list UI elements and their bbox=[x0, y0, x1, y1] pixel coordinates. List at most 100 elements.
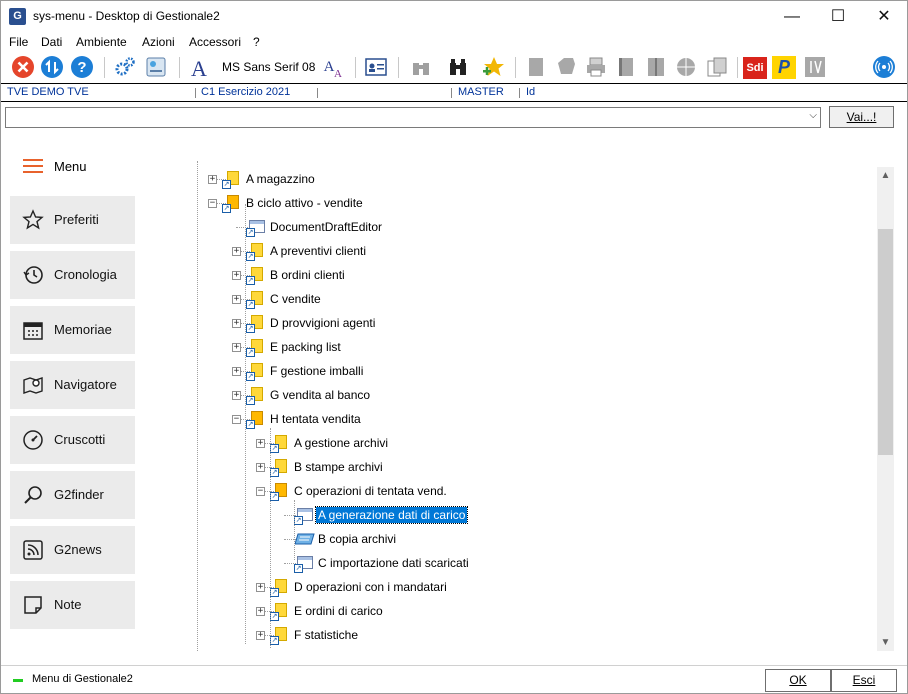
expand-toggle-icon[interactable]: + bbox=[256, 607, 265, 616]
collapse-toggle-icon[interactable]: − bbox=[232, 415, 241, 424]
tree-node[interactable]: + ↗ B stampe archivi bbox=[191, 456, 871, 478]
star-add-icon[interactable] bbox=[481, 55, 505, 79]
menu-azioni[interactable]: Azioni bbox=[142, 35, 175, 49]
tree-node[interactable]: + ↗ D provvigioni agenti bbox=[191, 312, 871, 334]
tree-node[interactable]: ↗ A generazione dati di carico bbox=[191, 504, 871, 526]
scroll-up-icon[interactable]: ▲ bbox=[877, 167, 894, 184]
scroll-thumb[interactable] bbox=[878, 229, 893, 455]
tree-node[interactable]: − ↗ H tentata vendita bbox=[191, 408, 871, 430]
help-icon[interactable]: ? bbox=[70, 55, 94, 79]
stop-icon[interactable] bbox=[11, 55, 35, 79]
scroll-down-icon[interactable]: ▼ bbox=[877, 634, 894, 651]
tree-node[interactable]: + ↗ C vendite bbox=[191, 288, 871, 310]
doc-grey-icon[interactable] bbox=[524, 55, 548, 79]
tree-node[interactable]: + ↗ E ordini di carico bbox=[191, 600, 871, 622]
menu-accessori[interactable]: Accessori bbox=[189, 35, 241, 49]
map-pin-icon bbox=[23, 377, 43, 394]
exercise-label: C1 Esercizio 2021 bbox=[201, 86, 291, 98]
font-size-icon[interactable]: AA bbox=[321, 55, 345, 79]
tree-scrollbar[interactable]: ▲ ▼ bbox=[877, 167, 894, 651]
tree-node[interactable]: + ↗ A gestione archivi bbox=[191, 432, 871, 454]
sidebar-item-g2finder[interactable]: G2finder bbox=[10, 471, 135, 519]
sidebar-item-cruscotti[interactable]: Cruscotti bbox=[10, 416, 135, 464]
tree-node[interactable]: + ↗ D operazioni con i mandatari bbox=[191, 576, 871, 598]
font-a-icon[interactable]: A bbox=[187, 55, 211, 79]
settings-gears-icon[interactable] bbox=[113, 55, 137, 79]
user-card-icon[interactable] bbox=[364, 55, 388, 79]
tree-node-label: B copia archivi bbox=[318, 532, 397, 546]
sidebar-item-label: Preferiti bbox=[54, 212, 99, 227]
cancel-button[interactable]: Esci bbox=[831, 669, 897, 692]
expand-toggle-icon[interactable]: + bbox=[232, 343, 241, 352]
maximize-button[interactable]: ☐ bbox=[815, 1, 861, 32]
shape-grey-icon[interactable] bbox=[554, 55, 578, 79]
status-divider bbox=[317, 88, 318, 98]
binoculars-grey-icon[interactable] bbox=[409, 55, 433, 79]
expand-toggle-icon[interactable]: + bbox=[232, 319, 241, 328]
expand-toggle-icon[interactable]: + bbox=[256, 631, 265, 640]
iv-icon[interactable] bbox=[803, 55, 827, 79]
expand-toggle-icon[interactable]: + bbox=[232, 391, 241, 400]
sidebar: Menu Preferiti Cronologia Memoriae Navig… bbox=[1, 141, 151, 661]
tree-node-label: E packing list bbox=[270, 340, 341, 354]
tree-node[interactable]: ↗ C importazione dati scaricati bbox=[191, 552, 871, 574]
sidebar-item-memoriae[interactable]: Memoriae bbox=[10, 306, 135, 354]
go-button[interactable]: Vai...! bbox=[829, 106, 894, 128]
bottom-bar: Menu di Gestionale2 OK Esci bbox=[1, 665, 907, 693]
tree-node[interactable]: + ↗ F statistiche bbox=[191, 624, 871, 646]
menu-file[interactable]: File bbox=[9, 35, 28, 49]
config-icon[interactable] bbox=[144, 55, 168, 79]
expand-toggle-icon[interactable]: + bbox=[232, 247, 241, 256]
sidebar-item-g2news[interactable]: G2news bbox=[10, 526, 135, 574]
tree-node[interactable]: ↗ DocumentDraftEditor bbox=[191, 216, 871, 238]
collapse-toggle-icon[interactable]: − bbox=[208, 199, 217, 208]
command-combobox[interactable]: ⌵ bbox=[5, 107, 821, 128]
sidebar-item-note[interactable]: Note bbox=[10, 581, 135, 629]
expand-toggle-icon[interactable]: + bbox=[256, 583, 265, 592]
chevron-down-icon[interactable]: ⌵ bbox=[809, 110, 817, 121]
printer-icon[interactable] bbox=[584, 55, 608, 79]
tree-node-label: B ciclo attivo - vendite bbox=[246, 196, 363, 210]
tree-guide-line bbox=[270, 428, 271, 648]
folder-icon: ↗ bbox=[270, 579, 287, 597]
ok-button[interactable]: OK bbox=[765, 669, 831, 692]
toolbar-separator bbox=[398, 57, 399, 78]
minimize-button[interactable]: — bbox=[769, 1, 815, 32]
title-bar[interactable]: G sys-menu - Desktop di Gestionale2 — ☐ … bbox=[1, 1, 907, 32]
menu-ambiente[interactable]: Ambiente bbox=[76, 35, 127, 49]
copy-icon[interactable] bbox=[705, 55, 729, 79]
tree-node[interactable]: + ↗ F gestione imballi bbox=[191, 360, 871, 382]
app-window: G sys-menu - Desktop di Gestionale2 — ☐ … bbox=[0, 0, 908, 694]
book2-icon[interactable] bbox=[644, 55, 668, 79]
binoculars-icon[interactable] bbox=[446, 55, 470, 79]
sidebar-item-preferiti[interactable]: Preferiti bbox=[10, 196, 135, 244]
expand-toggle-icon[interactable]: + bbox=[256, 439, 265, 448]
sidebar-item-cronologia[interactable]: Cronologia bbox=[10, 251, 135, 299]
tree-node[interactable]: − ↗ C operazioni di tentata vend. bbox=[191, 480, 871, 502]
tree-node[interactable]: + ↗ A preventivi clienti bbox=[191, 240, 871, 262]
menu-dati[interactable]: Dati bbox=[41, 35, 62, 49]
tree-node[interactable]: + ↗ E packing list bbox=[191, 336, 871, 358]
globe-icon[interactable] bbox=[674, 55, 698, 79]
search-icon bbox=[24, 486, 42, 504]
expand-toggle-icon[interactable]: + bbox=[208, 175, 217, 184]
expand-toggle-icon[interactable]: + bbox=[232, 295, 241, 304]
sync-icon[interactable] bbox=[40, 55, 64, 79]
p-icon[interactable]: P bbox=[772, 56, 796, 79]
tree-node[interactable]: + ↗ G vendita al banco bbox=[191, 384, 871, 406]
collapse-toggle-icon[interactable]: − bbox=[256, 487, 265, 496]
expand-toggle-icon[interactable]: + bbox=[256, 463, 265, 472]
tree-node[interactable]: − ↗ B ciclo attivo - vendite bbox=[191, 192, 871, 214]
sdi-icon[interactable]: Sdi bbox=[743, 57, 767, 79]
folder-icon: ↗ bbox=[270, 435, 287, 453]
menu-help[interactable]: ? bbox=[253, 35, 260, 49]
tree-node[interactable]: + ↗ B ordini clienti bbox=[191, 264, 871, 286]
close-button[interactable]: ✕ bbox=[861, 1, 907, 32]
expand-toggle-icon[interactable]: + bbox=[232, 271, 241, 280]
tree-node[interactable]: + ↗ A magazzino bbox=[191, 168, 871, 190]
book-icon[interactable] bbox=[614, 55, 638, 79]
sidebar-item-navigatore[interactable]: Navigatore bbox=[10, 361, 135, 409]
expand-toggle-icon[interactable]: + bbox=[232, 367, 241, 376]
wireless-icon[interactable] bbox=[872, 55, 896, 79]
tree-node[interactable]: B copia archivi bbox=[191, 528, 871, 550]
